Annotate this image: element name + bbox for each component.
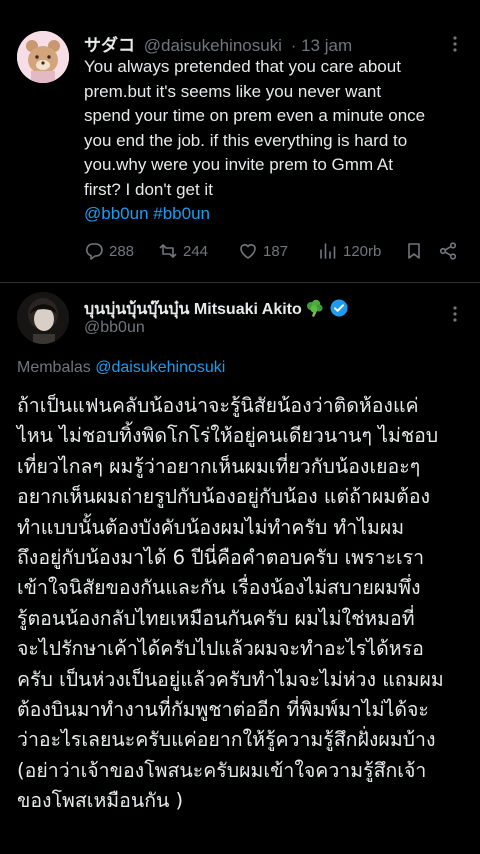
tweet-text-line: ครับ เป็นห่วงเป็นอยู่แล้วครับทำไมจะไม่ห่…: [17, 667, 444, 691]
tweet-actions: 288 244 187 120rb: [84, 238, 464, 264]
tweet-text-line: first? I don't get it: [84, 179, 213, 199]
share-button[interactable]: [438, 241, 458, 261]
user-handle[interactable]: @bb0un: [84, 319, 145, 337]
bear-avatar-icon: [17, 31, 69, 83]
retweet-count: 244: [183, 242, 209, 260]
verified-badge-icon[interactable]: [330, 299, 348, 322]
divider: [0, 282, 480, 283]
tweet-text-line: ถ้าเป็นแฟนคลับน้องน่าจะรู้นิสัยน้องว่าติ…: [17, 394, 419, 417]
tweet-text-line: รู้ตอนน้องกลับไทยเหมือนกันครับ ผมไม่ใช่ห…: [17, 606, 415, 630]
views-icon: [320, 243, 336, 259]
reply-count: 288: [109, 242, 135, 260]
like-icon: [240, 244, 256, 259]
tweet-text-line: (อย่าว่าเจ้าของโพสนะครับผมเข้าใจความรู้ส…: [17, 758, 427, 782]
tweet-text-line: You always pretended that you care about: [84, 57, 401, 76]
tweet-text-line: ของโพสเหมือนกัน ): [17, 789, 184, 813]
tweet-text-line: ทำแบบนั้นต้องบังคับน้องผมไม่ทำครับ ทำไมผ…: [17, 515, 405, 539]
reply-mention-link[interactable]: @daisukehinosuki: [95, 359, 225, 376]
tweet-text: ถ้าเป็นแฟนคลับน้องน่าจะรู้นิสัยน้องว่าติ…: [17, 391, 467, 817]
tweet-text-line: you end the job. if this everything is h…: [84, 130, 408, 150]
reply-icon: [85, 243, 103, 260]
tweet-text-line: ไหน ไม่ชอบทิ้งพิดโกโร่ให้อยู่คนเดียวนานๆ…: [17, 424, 439, 448]
tweet-text-line: you.why were you invite prem to Gmm At: [84, 155, 393, 174]
bookmark-button[interactable]: [404, 241, 438, 261]
tweet-text-line: จะไปรักษาเค้าได้ครับไปแล้วผมจะทำอะไรได้ห…: [17, 637, 424, 661]
tweet-header: サダコ @daisukehinosuki · 13 jam: [84, 31, 352, 56]
tweet-text-line: ต้องบินมาทำงานที่กัมพูชาต่ออีก ที่พิมพ์ม…: [17, 698, 429, 722]
timestamp[interactable]: · 13 jam: [291, 36, 352, 55]
broccoli-emoji-icon: [304, 299, 324, 322]
retweet-button[interactable]: 244: [158, 241, 238, 261]
tweet-text-line: เข้าใจนิสัยของกันและกัน เรื่องน้องไม่สบา…: [17, 576, 421, 600]
tweet-text-line: เที่ยวไกลๆ ผมรู้ว่าอยากเห็นผมเที่ยวกับน้…: [17, 454, 421, 478]
bookmark-icon: [408, 243, 420, 259]
reply-context: Membalas @daisukehinosuki: [17, 359, 225, 377]
tweet-text-line: prem.but it's seems like you never want: [84, 81, 382, 101]
tweet-text-line: spend your time on prem even a minute on…: [84, 106, 426, 125]
views-button[interactable]: 120rb: [318, 241, 404, 261]
profile-photo-icon: [17, 292, 69, 344]
display-name[interactable]: サダコ: [84, 36, 135, 55]
display-name[interactable]: บุนบุ่นบุ้นบุ๊นบุ๋น Mitsuaki Akito: [84, 301, 302, 318]
reply-button[interactable]: 288: [84, 241, 158, 261]
more-icon[interactable]: [445, 304, 465, 324]
mention-hashtag-link[interactable]: @bb0un #bb0un: [84, 202, 456, 227]
user-handle[interactable]: @daisukehinosuki: [144, 36, 282, 55]
tweet-text: You always pretended that you care about…: [84, 55, 456, 227]
reply-prefix: Membalas: [17, 359, 91, 376]
more-icon[interactable]: [445, 34, 465, 54]
tweet-text-line: ถึงอยู่กับน้องมาได้ 6 ปีนี่คือคำตอบครับ …: [17, 546, 425, 570]
like-button[interactable]: 187: [238, 241, 318, 261]
tweet-text-line: อยากเห็นผมถ่ายรูปกับน้องอยู่กับน้อง แต่ถ…: [17, 485, 431, 509]
retweet-icon: [159, 244, 177, 258]
tweet-text-line: ว่าอะไรเลยนะครับแค่อยากให้รู้ความรู้สึกฝ…: [17, 728, 436, 752]
views-count: 120rb: [343, 242, 382, 260]
share-icon: [439, 242, 457, 260]
avatar[interactable]: [17, 31, 69, 83]
avatar[interactable]: [17, 292, 69, 344]
like-count: 187: [263, 242, 289, 260]
